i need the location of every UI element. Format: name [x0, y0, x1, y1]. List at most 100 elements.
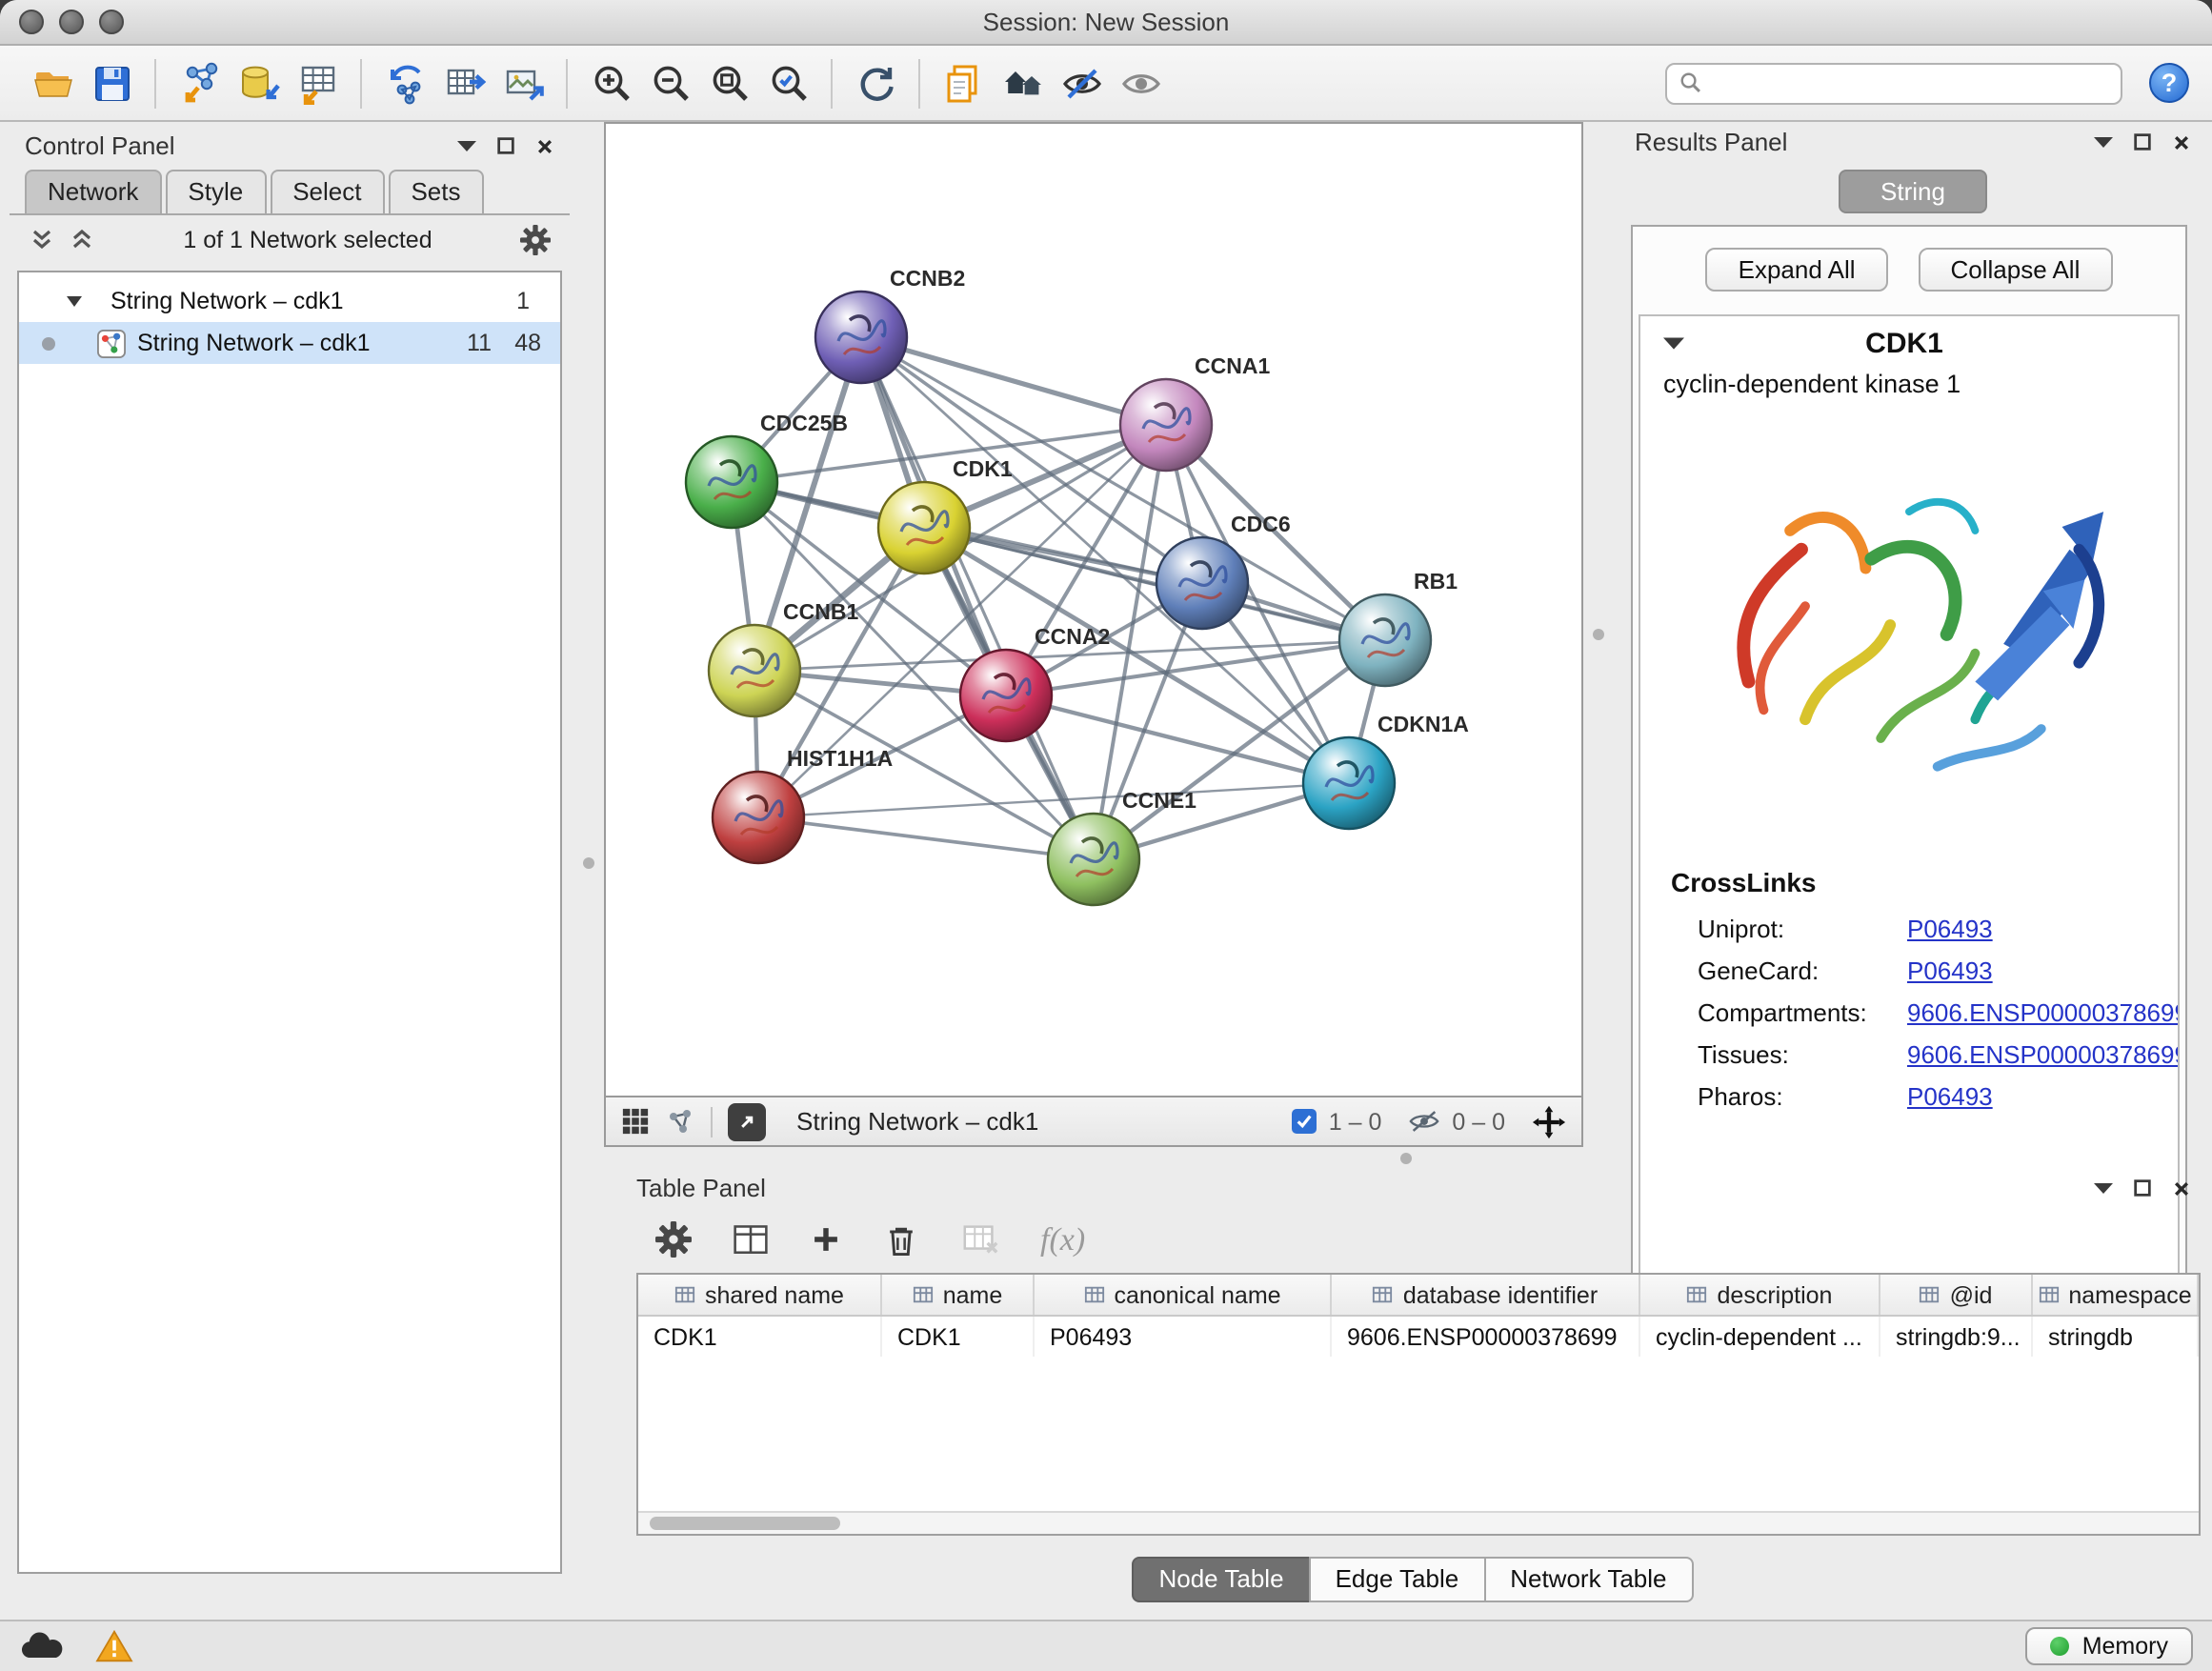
- scrollbar-thumb[interactable]: [650, 1517, 840, 1530]
- tab-node-table[interactable]: Node Table: [1132, 1557, 1310, 1602]
- network-graph[interactable]: CCNB2CCNA1CDC25BCDK1CDC6RB1CCNB1CCNA2CDK…: [606, 124, 1581, 1096]
- gear-icon[interactable]: [520, 225, 551, 255]
- tab-edge-table[interactable]: Edge Table: [1309, 1557, 1486, 1602]
- clone-network-button[interactable]: [375, 53, 434, 112]
- cybrowser-home-button[interactable]: [993, 53, 1052, 112]
- crosslink-pharos-link[interactable]: P06493: [1907, 1081, 1993, 1110]
- import-network-file-button[interactable]: [170, 53, 229, 112]
- node-CDC6[interactable]: [1156, 537, 1248, 629]
- crosslink-compartments-link[interactable]: 9606.ENSP00000378699: [1907, 997, 2180, 1026]
- window-minimize-button[interactable]: [59, 10, 84, 34]
- show-columns-icon[interactable]: [732, 1220, 770, 1258]
- node-CCNA1[interactable]: [1120, 379, 1212, 471]
- expand-all-icon[interactable]: [69, 227, 95, 253]
- search-box[interactable]: [1665, 62, 2122, 104]
- column-header-name[interactable]: name: [882, 1275, 1035, 1315]
- export-table-button[interactable]: [434, 53, 493, 112]
- column-header-id[interactable]: @id: [1880, 1275, 2033, 1315]
- panel-float-icon[interactable]: [2132, 1178, 2153, 1198]
- collapse-all-icon[interactable]: [29, 227, 55, 253]
- collapse-section-icon[interactable]: [1663, 335, 1684, 351]
- tab-sets[interactable]: Sets: [388, 170, 483, 213]
- tab-network[interactable]: Network: [25, 170, 161, 213]
- warnings-button[interactable]: [95, 1629, 133, 1663]
- memory-button[interactable]: Memory: [2025, 1627, 2193, 1665]
- table-horizontal-scrollbar[interactable]: [638, 1511, 2199, 1534]
- open-session-button[interactable]: [23, 53, 82, 112]
- column-header-namespace[interactable]: namespace: [2033, 1275, 2199, 1315]
- zoom-in-button[interactable]: [581, 53, 640, 112]
- node-CCNE1[interactable]: [1048, 814, 1139, 905]
- cell-id[interactable]: stringdb:9...: [1880, 1317, 2033, 1357]
- network-canvas[interactable]: CCNB2CCNA1CDC25BCDK1CDC6RB1CCNB1CCNA2CDK…: [604, 122, 1583, 1097]
- node-CCNB1[interactable]: [709, 625, 800, 716]
- show-all-button[interactable]: [1111, 53, 1170, 112]
- help-button[interactable]: ?: [2149, 63, 2189, 103]
- node-CCNB2[interactable]: [815, 292, 907, 383]
- hidden-items-icon[interactable]: [1408, 1109, 1440, 1134]
- import-table-button[interactable]: [288, 53, 347, 112]
- delete-column-icon[interactable]: [882, 1220, 920, 1258]
- tab-string[interactable]: String: [1839, 170, 1987, 213]
- edge-CCNB2-CCNA1[interactable]: [861, 337, 1166, 425]
- function-builder-icon[interactable]: f(x): [1040, 1220, 1085, 1258]
- zoom-out-button[interactable]: [640, 53, 699, 112]
- column-header-canonical-name[interactable]: canonical name: [1035, 1275, 1332, 1315]
- cell-namespace[interactable]: stringdb: [2033, 1317, 2199, 1357]
- column-header-description[interactable]: description: [1640, 1275, 1880, 1315]
- search-input[interactable]: [1711, 70, 2109, 96]
- bottom-splitter-handle[interactable]: [1400, 1153, 1412, 1164]
- add-column-icon[interactable]: [810, 1223, 842, 1256]
- edge-CDK1-RB1[interactable]: [924, 528, 1385, 640]
- open-in-new-window-button[interactable]: [728, 1102, 766, 1140]
- panel-close-icon[interactable]: [2172, 1178, 2191, 1198]
- node-HIST1H1A[interactable]: [713, 772, 804, 863]
- panel-menu-icon[interactable]: [457, 139, 476, 152]
- cell-description[interactable]: cyclin-dependent ...: [1640, 1317, 1880, 1357]
- cell-canonical-name[interactable]: P06493: [1035, 1317, 1332, 1357]
- cell-database-identifier[interactable]: 9606.ENSP00000378699: [1332, 1317, 1640, 1357]
- export-image-button[interactable]: [493, 53, 553, 112]
- network-overview-icon[interactable]: [665, 1106, 695, 1137]
- zoom-selected-button[interactable]: [758, 53, 817, 112]
- refresh-view-button[interactable]: [846, 53, 905, 112]
- node-RB1[interactable]: [1339, 594, 1431, 686]
- panel-float-icon[interactable]: [2132, 131, 2153, 152]
- edge-HIST1H1A-CCNE1[interactable]: [758, 817, 1094, 859]
- edge-CCNB2-CCNE1[interactable]: [861, 337, 1094, 859]
- crosslink-tissues-link[interactable]: 9606.ENSP00000378699: [1907, 1039, 2180, 1068]
- tree-expand-icon[interactable]: [65, 292, 84, 311]
- selected-items-checkbox[interactable]: [1293, 1109, 1317, 1134]
- save-session-button[interactable]: [82, 53, 141, 112]
- network-row[interactable]: String Network – cdk1 11 48: [19, 322, 560, 364]
- column-header-shared-name[interactable]: shared name: [638, 1275, 882, 1315]
- tab-network-table[interactable]: Network Table: [1483, 1557, 1693, 1602]
- collapse-all-button[interactable]: Collapse All: [1919, 248, 2113, 292]
- window-close-button[interactable]: [19, 10, 44, 34]
- birds-eye-view-icon[interactable]: [621, 1107, 650, 1136]
- crosslink-genecard-link[interactable]: P06493: [1907, 956, 1993, 984]
- panel-menu-icon[interactable]: [2094, 135, 2113, 149]
- node-CCNA2[interactable]: [960, 650, 1052, 741]
- column-header-database-identifier[interactable]: database identifier: [1332, 1275, 1640, 1315]
- network-collection-row[interactable]: String Network – cdk1 1: [19, 280, 560, 322]
- node-CDKN1A[interactable]: [1303, 737, 1395, 829]
- zoom-fit-button[interactable]: [699, 53, 758, 112]
- pan-crosshair-icon[interactable]: [1532, 1104, 1566, 1138]
- gene-section-header[interactable]: CDK1: [1640, 316, 2178, 370]
- table-settings-gear-icon[interactable]: [655, 1221, 692, 1258]
- node-CDK1[interactable]: [878, 482, 970, 574]
- tab-style[interactable]: Style: [165, 170, 266, 213]
- expand-all-button[interactable]: Expand All: [1706, 248, 1888, 292]
- cell-name[interactable]: CDK1: [882, 1317, 1035, 1357]
- panel-close-icon[interactable]: [2172, 132, 2191, 151]
- window-zoom-button[interactable]: [99, 10, 124, 34]
- left-splitter-handle[interactable]: [583, 857, 594, 869]
- panel-menu-icon[interactable]: [2094, 1181, 2113, 1195]
- tab-select[interactable]: Select: [270, 170, 384, 213]
- cloud-status-button[interactable]: [19, 1631, 65, 1661]
- cell-shared-name[interactable]: CDK1: [638, 1317, 882, 1357]
- panel-float-icon[interactable]: [495, 135, 516, 156]
- right-splitter-handle[interactable]: [1593, 629, 1604, 640]
- panel-close-icon[interactable]: [535, 136, 554, 155]
